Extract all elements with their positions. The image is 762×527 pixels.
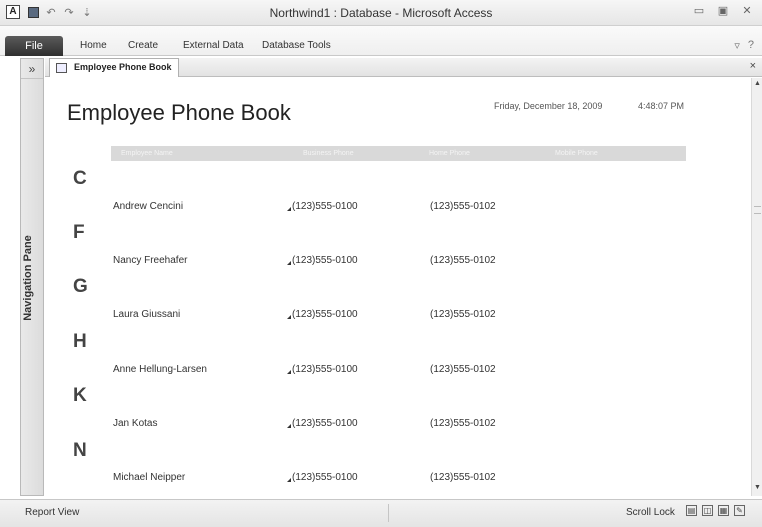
column-header-business-phone: Business Phone xyxy=(303,150,354,157)
navigation-pane[interactable]: » Navigation Pane xyxy=(20,58,44,496)
home-phone: (123)555-0102 xyxy=(430,472,496,483)
report-view: Employee Phone Book Friday, December 18,… xyxy=(45,78,751,496)
group-letter: K xyxy=(73,385,87,406)
scroll-up-icon[interactable]: ▲ xyxy=(753,80,762,90)
group-letter: G xyxy=(73,276,88,297)
scroll-down-icon[interactable]: ▼ xyxy=(753,484,762,494)
business-phone: (123)555-0100 xyxy=(287,255,358,266)
home-phone: (123)555-0102 xyxy=(430,309,496,320)
column-header-employee-name: Employee Name xyxy=(121,150,173,157)
report-time: 4:48:07 PM xyxy=(638,101,685,111)
close-icon[interactable]: ✕ xyxy=(740,5,754,17)
business-phone: (123)555-0100 xyxy=(287,418,358,429)
help-icon[interactable]: ? xyxy=(748,39,754,52)
home-phone: (123)555-0102 xyxy=(430,364,496,375)
group-letter: N xyxy=(73,440,87,461)
tab-database-tools[interactable]: Database Tools xyxy=(262,40,331,51)
business-phone: (123)555-0100 xyxy=(287,472,358,483)
employee-name: Laura Giussani xyxy=(113,309,181,320)
column-header-mobile-phone: Mobile Phone xyxy=(555,150,598,157)
vertical-scrollbar[interactable]: ▲ ▼ xyxy=(751,78,762,496)
scroll-thumb-grip[interactable] xyxy=(754,206,761,214)
design-view-icon[interactable]: ✎ xyxy=(734,505,745,516)
chevron-down-icon[interactable]: ▿ xyxy=(734,39,740,52)
home-phone: (123)555-0102 xyxy=(430,418,496,429)
home-phone: (123)555-0102 xyxy=(430,255,496,266)
view-switcher: ▤ ◫ ▦ ✎ xyxy=(686,505,745,516)
status-divider xyxy=(388,504,389,522)
file-tab[interactable]: File xyxy=(5,36,63,56)
report-icon xyxy=(56,63,67,73)
employee-name: Jan Kotas xyxy=(113,418,158,429)
ribbon xyxy=(0,26,762,56)
employee-name: Anne Hellung-Larsen xyxy=(113,364,207,375)
window-controls: ▭ ▣ ✕ xyxy=(692,5,754,17)
home-phone: (123)555-0102 xyxy=(430,201,496,212)
close-document-icon[interactable]: × xyxy=(750,60,756,72)
group-letter: H xyxy=(73,331,87,352)
layout-view-icon[interactable]: ▦ xyxy=(718,505,729,516)
business-phone: (123)555-0100 xyxy=(287,309,358,320)
status-bar: Report View Scroll Lock ▤ ◫ ▦ ✎ xyxy=(0,499,762,527)
column-header-home-phone: Home Phone xyxy=(429,150,470,157)
business-phone: (123)555-0100 xyxy=(287,364,358,375)
employee-name: Nancy Freehafer xyxy=(113,255,188,266)
business-phone: (123)555-0100 xyxy=(287,201,358,212)
employee-name: Michael Neipper xyxy=(113,472,186,483)
error-indicator-icon[interactable] xyxy=(287,315,291,319)
nav-pane-toggle-button[interactable]: » xyxy=(21,59,43,79)
report-title: Employee Phone Book xyxy=(67,100,291,125)
tab-home[interactable]: Home xyxy=(80,40,107,51)
employee-name: Andrew Cencini xyxy=(113,201,184,212)
error-indicator-icon[interactable] xyxy=(287,478,291,482)
group-letter: C xyxy=(73,168,87,189)
group-letter: F xyxy=(73,222,85,243)
restore-icon[interactable]: ▣ xyxy=(716,5,730,17)
window-title: Northwind1 : Database - Microsoft Access xyxy=(269,6,493,20)
error-indicator-icon[interactable] xyxy=(287,261,291,265)
status-view-name: Report View xyxy=(25,507,80,518)
title-bar: A ↶ ↷ ⇣ Northwind1 : Database - Microsof… xyxy=(0,0,762,26)
scroll-lock-indicator: Scroll Lock xyxy=(626,507,675,518)
tab-external-data[interactable]: External Data xyxy=(183,40,244,51)
tab-create[interactable]: Create xyxy=(128,40,158,51)
column-header-band xyxy=(111,146,686,161)
error-indicator-icon[interactable] xyxy=(287,370,291,374)
report-date: Friday, December 18, 2009 xyxy=(494,101,603,111)
error-indicator-icon[interactable] xyxy=(287,424,291,428)
tab-employee-phone-book[interactable]: Employee Phone Book xyxy=(49,58,179,77)
print-preview-icon[interactable]: ◫ xyxy=(702,505,713,516)
nav-pane-label[interactable]: Navigation Pane xyxy=(22,218,40,338)
document-tab-label: Employee Phone Book xyxy=(74,62,172,72)
ribbon-right-controls: ▿ ? xyxy=(734,39,754,52)
minimize-icon[interactable]: ▭ xyxy=(692,5,706,17)
report-view-icon[interactable]: ▤ xyxy=(686,505,697,516)
error-indicator-icon[interactable] xyxy=(287,207,291,211)
